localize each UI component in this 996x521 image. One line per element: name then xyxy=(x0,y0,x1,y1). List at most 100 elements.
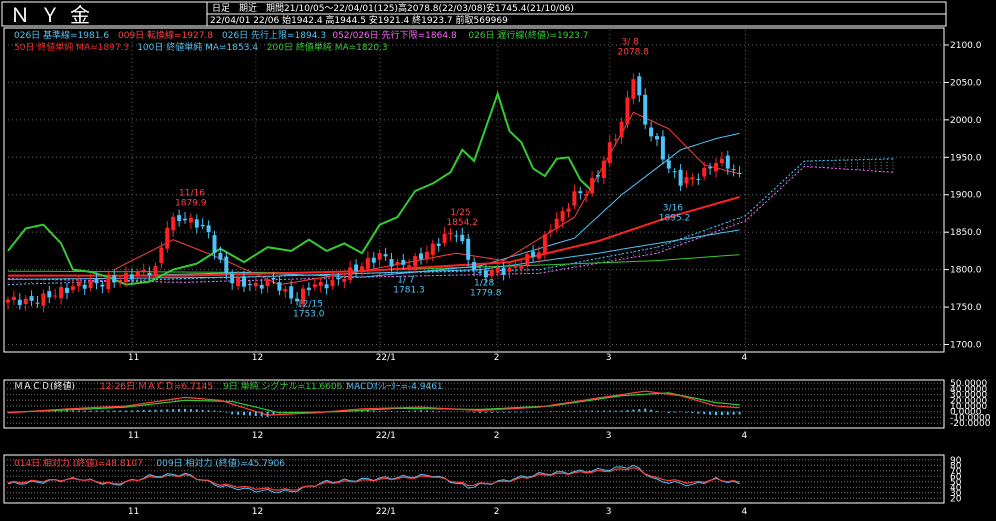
chart-canvas: ＮＹ金 日足 期近 期間21/10/05～22/04/01(125)高2078.… xyxy=(1,1,991,517)
candle-up xyxy=(424,251,429,259)
candle-up xyxy=(548,230,553,233)
rsi-plot xyxy=(4,459,944,499)
macd-x-label-4: 3 xyxy=(606,431,612,441)
candle-up xyxy=(430,243,435,255)
candle-down xyxy=(649,127,654,137)
candle-up xyxy=(70,286,75,290)
candle-down xyxy=(596,175,600,177)
candle-up xyxy=(607,142,612,164)
y-tick-label-8: 1700.0 xyxy=(950,341,982,351)
macd-y-label-7: -20.0000 xyxy=(950,419,991,429)
candle-up xyxy=(714,163,718,172)
candle-up xyxy=(513,265,518,268)
rsi-x-label-4: 3 xyxy=(606,507,612,517)
annotation-date-4: 1/28 xyxy=(474,279,494,289)
candle-down xyxy=(460,234,465,242)
annotation-date-1: 12/15 xyxy=(297,300,323,310)
price-axis: 2100.0 2050.0 2000.0 1950.0 1900.0 1850.0 1800… xyxy=(944,41,982,351)
candle-down xyxy=(177,215,182,221)
candle-up xyxy=(41,293,46,306)
macd-legend: 12-26日 ＭＡＣＤ=6.7145 9日 単純 シグナル=11.6606 MACD… xyxy=(100,380,443,392)
candle-down xyxy=(47,291,52,298)
macd-panel: ＭＡＣＤ(終値) 12-26日 ＭＡＣＤ=6.7145 9日 単純 シグナル=11… xyxy=(3,379,991,429)
candle-down xyxy=(501,267,506,275)
candle-down xyxy=(112,275,117,283)
candle-up xyxy=(236,277,241,287)
candle-down xyxy=(666,160,671,169)
candle-down xyxy=(94,277,99,284)
candle-down xyxy=(289,286,294,299)
y-tick-label-4: 1900.0 xyxy=(950,191,982,201)
legend-ichimoku-3: 052/026日 先行下限=1864.8 xyxy=(332,29,457,41)
candle-down xyxy=(247,284,252,286)
candle-up xyxy=(342,278,347,282)
candle-up xyxy=(537,252,541,259)
y-tick-label-6: 1800.0 xyxy=(950,266,982,276)
macd-plot xyxy=(4,382,944,424)
candle-up xyxy=(448,232,453,235)
candle-up xyxy=(253,282,258,287)
candle-down xyxy=(478,271,482,273)
candle-down xyxy=(472,261,477,270)
candle-down xyxy=(29,296,34,301)
candle-down xyxy=(194,219,199,228)
candle-up xyxy=(330,279,335,287)
candle-down xyxy=(389,258,394,267)
candle-up xyxy=(106,277,111,290)
macd-x-label-0: 11 xyxy=(128,431,139,441)
rsi-panel-border xyxy=(3,454,945,504)
candle-up xyxy=(11,296,16,300)
candle-up xyxy=(6,299,10,303)
legend-rsi-1: 009日 相対力 (終値)=45.7906 xyxy=(156,457,285,469)
candle-down xyxy=(242,276,246,287)
candle-down xyxy=(65,287,69,293)
chart-title: ＮＹ金 xyxy=(10,4,100,27)
candle-up xyxy=(560,211,565,222)
x-label-3: 2 xyxy=(494,353,500,363)
candle-up xyxy=(684,177,689,184)
x-label-4: 3 xyxy=(606,353,612,363)
candle-up xyxy=(719,158,724,164)
rsi-legend: 014日 相対力 (終値)=48.8107 009日 相対力 (終値)=45.79… xyxy=(14,457,285,469)
range-info: 期間21/10/05～22/04/01(125)高2078.8(22/03/08… xyxy=(266,2,574,14)
candle-up xyxy=(525,254,530,265)
last-bar-info: 22/04/01 22/06 始1942.4 高1944.5 安1921.4 終… xyxy=(210,14,508,26)
candle-up xyxy=(572,191,577,206)
candle-down xyxy=(230,274,235,284)
candle-down xyxy=(129,274,134,280)
candle-up xyxy=(360,266,364,271)
annotation-date-3: 1/25 xyxy=(450,208,470,218)
macd-x-label-5: 4 xyxy=(742,431,748,441)
annotation-value-1: 1753.0 xyxy=(293,310,325,320)
candle-up xyxy=(542,234,547,255)
candle-up xyxy=(141,269,146,272)
rsi-panel: 014日 相対力 (終値)=48.8107 009日 相対力 (終値)=45.79… xyxy=(3,454,962,504)
candle-down xyxy=(655,136,659,140)
candle-up xyxy=(153,265,158,275)
candle-up xyxy=(76,281,81,287)
annotation-date-6: 3/16 xyxy=(663,204,683,214)
candle-down xyxy=(419,253,423,260)
candle-down xyxy=(531,251,536,257)
candle-up xyxy=(625,97,630,125)
candle-down xyxy=(336,278,341,280)
rsi-x-label-2: 22/1 xyxy=(376,507,396,517)
candle-down xyxy=(454,235,459,237)
annotation-value-5: 2078.8 xyxy=(618,47,650,57)
candle-down xyxy=(277,282,282,291)
legend-rsi-0: 014日 相対力 (終値)=48.8107 xyxy=(14,457,143,469)
candle-up xyxy=(702,168,707,177)
candle-up xyxy=(283,289,288,292)
period-label: 日足 期近 xyxy=(212,2,257,14)
candle-down xyxy=(725,155,730,169)
rsi-x-label-1: 12 xyxy=(252,507,263,517)
y-tick-label-7: 1750.0 xyxy=(950,303,982,313)
legend-ichimoku-4: 026日 遅行線(終値)=1923.7 xyxy=(468,29,588,41)
candle-down xyxy=(271,277,276,280)
annotation-value-3: 1854.2 xyxy=(446,218,478,228)
y-tick-label-5: 1850.0 xyxy=(950,228,982,238)
indicator-legend-row1: 026日 基準線=1981.6 009日 転換線=1927.8 026日 先行上限=… xyxy=(14,29,589,41)
legend-ichimoku-0: 026日 基準線=1981.6 xyxy=(14,29,109,41)
candle-up xyxy=(601,160,606,178)
candle-up xyxy=(159,247,164,264)
